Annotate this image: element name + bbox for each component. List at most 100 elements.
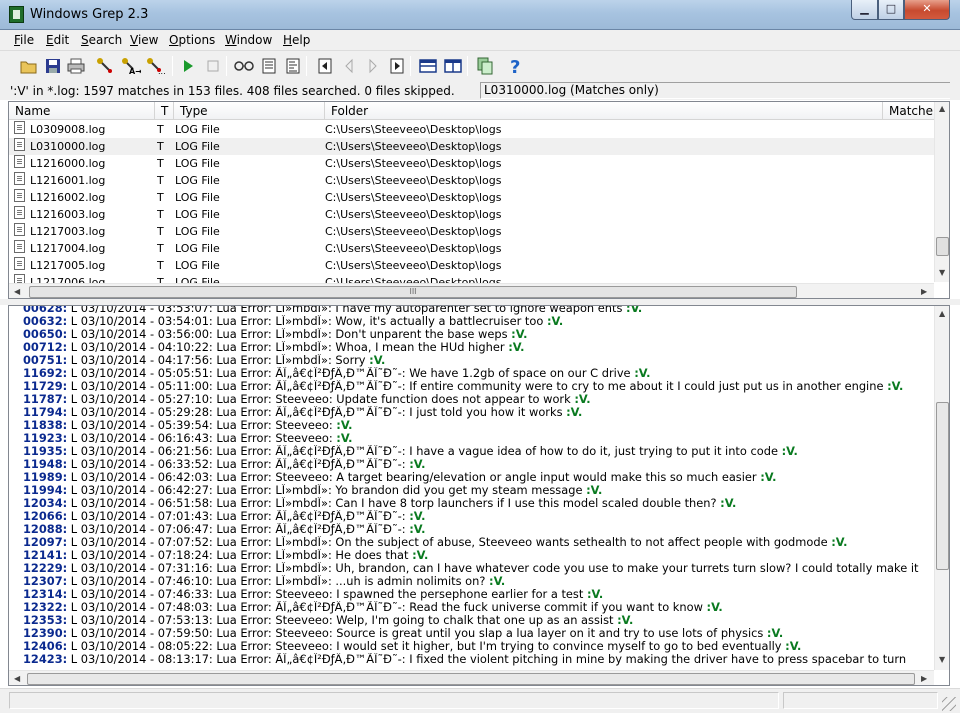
maximize-button[interactable]: □: [878, 0, 904, 20]
file-icon: [14, 240, 25, 253]
result-line[interactable]: 12353: L 03/10/2014 - 07:53:13: Lua Erro…: [23, 614, 933, 627]
svg-text:?: ?: [510, 57, 520, 75]
result-line[interactable]: 00632: L 03/10/2014 - 03:54:01: Lua Erro…: [23, 315, 933, 328]
scroll-down-icon[interactable]: ▼: [939, 655, 945, 664]
result-line[interactable]: 11794: L 03/10/2014 - 05:29:28: Lua Erro…: [23, 406, 933, 419]
result-line[interactable]: 00650: L 03/10/2014 - 03:56:00: Lua Erro…: [23, 328, 933, 341]
result-line[interactable]: 11923: L 03/10/2014 - 06:16:43: Lua Erro…: [23, 432, 933, 445]
column-folder[interactable]: Folder: [325, 102, 883, 120]
copy-icon[interactable]: [475, 56, 495, 76]
result-line[interactable]: 12322: L 03/10/2014 - 07:48:03: Lua Erro…: [23, 601, 933, 614]
view-doc2-icon[interactable]: [283, 56, 303, 76]
scroll-right-icon[interactable]: ▶: [921, 287, 927, 296]
line-number: 12406:: [23, 640, 68, 653]
result-line[interactable]: 11935: L 03/10/2014 - 06:21:56: Lua Erro…: [23, 445, 933, 458]
open-folder-icon[interactable]: [19, 56, 39, 76]
line-number: 12307:: [23, 575, 68, 588]
result-line[interactable]: 12390: L 03/10/2014 - 07:59:50: Lua Erro…: [23, 627, 933, 640]
file-row[interactable]: L0309008.log T LOG File C:\Users\Steeveeo\D…: [9, 121, 941, 138]
menu-file[interactable]: File: [14, 33, 34, 47]
result-line[interactable]: 12066: L 03/10/2014 - 07:01:43: Lua Erro…: [23, 510, 933, 523]
file-row[interactable]: L1217004.log T LOG File C:\Users\Steeveeo\D…: [9, 240, 934, 257]
scroll-up-icon[interactable]: ▲: [939, 309, 945, 318]
result-line[interactable]: 12229: L 03/10/2014 - 07:31:16: Lua Erro…: [23, 562, 933, 575]
file-row[interactable]: L1216002.log T LOG File C:\Users\Steeveeo\D…: [9, 189, 934, 206]
search-more-icon[interactable]: ...: [146, 56, 166, 76]
file-name: L1216000.log: [30, 157, 106, 170]
result-line[interactable]: 11729: L 03/10/2014 - 05:11:00: Lua Erro…: [23, 380, 933, 393]
close-button[interactable]: ✕: [904, 0, 950, 20]
stop-icon[interactable]: [203, 56, 223, 76]
file-type: LOG File: [175, 242, 220, 255]
result-line[interactable]: 12423: L 03/10/2014 - 08:13:17: Lua Erro…: [23, 653, 933, 666]
result-line[interactable]: 11692: L 03/10/2014 - 05:05:51: Lua Erro…: [23, 367, 933, 380]
scroll-down-icon[interactable]: ▼: [939, 268, 945, 277]
result-line[interactable]: 12034: L 03/10/2014 - 06:51:58: Lua Erro…: [23, 497, 933, 510]
result-line[interactable]: 12314: L 03/10/2014 - 07:46:33: Lua Erro…: [23, 588, 933, 601]
file-list-vscrollbar[interactable]: ▲ ▼: [934, 102, 949, 282]
result-line[interactable]: 11838: L 03/10/2014 - 05:39:54: Lua Erro…: [23, 419, 933, 432]
file-list[interactable]: Name T Type Folder Matche L0309008.log T L…: [8, 101, 950, 299]
view-doc-icon[interactable]: [259, 56, 279, 76]
next-icon[interactable]: [363, 56, 383, 76]
result-line[interactable]: 12097: L 03/10/2014 - 07:07:52: Lua Erro…: [23, 536, 933, 549]
scroll-up-icon[interactable]: ▲: [939, 104, 945, 113]
file-row[interactable]: L1217005.log T LOG File C:\Users\Steeveeo\D…: [9, 257, 934, 274]
result-line[interactable]: 11787: L 03/10/2014 - 05:27:10: Lua Erro…: [23, 393, 933, 406]
help-icon[interactable]: ?: [506, 56, 526, 76]
results-hscrollbar[interactable]: ◀ ▶: [9, 670, 934, 685]
line-text: L 03/10/2014 - 07:18:24: Lua Error: LÎ»m…: [67, 549, 413, 562]
glasses-icon[interactable]: [234, 56, 254, 76]
result-line[interactable]: 11994: L 03/10/2014 - 06:42:27: Lua Erro…: [23, 484, 933, 497]
prev-icon[interactable]: [339, 56, 359, 76]
scroll-left-icon[interactable]: ◀: [14, 674, 20, 683]
replace-wand-icon[interactable]: A→B: [121, 56, 141, 76]
menu-help[interactable]: Help: [283, 33, 310, 47]
result-line[interactable]: 12406: L 03/10/2014 - 08:05:22: Lua Erro…: [23, 640, 933, 653]
result-line[interactable]: 11989: L 03/10/2014 - 06:42:03: Lua Erro…: [23, 471, 933, 484]
scroll-thumb[interactable]: [27, 673, 915, 685]
column-type[interactable]: Type: [174, 102, 325, 120]
scroll-left-icon[interactable]: ◀: [14, 287, 20, 296]
column-t[interactable]: T: [155, 102, 174, 120]
result-line[interactable]: 00751: L 03/10/2014 - 04:17:56: Lua Erro…: [23, 354, 933, 367]
menu-search[interactable]: Search: [81, 33, 122, 47]
first-icon[interactable]: [315, 56, 335, 76]
file-row[interactable]: L1216003.log T LOG File C:\Users\Steeveeo\D…: [9, 206, 934, 223]
menu-view[interactable]: View: [130, 33, 158, 47]
split-vertical-icon[interactable]: [443, 56, 463, 76]
start-icon[interactable]: [178, 56, 198, 76]
result-line[interactable]: 00712: L 03/10/2014 - 04:10:22: Lua Erro…: [23, 341, 933, 354]
search-wand-icon[interactable]: [95, 56, 115, 76]
result-line[interactable]: 00628: L 03/10/2014 - 03:53:07: Lua Erro…: [23, 306, 933, 315]
match-highlight: :V.: [760, 471, 777, 484]
menu-edit[interactable]: Edit: [46, 33, 69, 47]
match-highlight: :V.: [508, 341, 525, 354]
file-list-hscrollbar[interactable]: ◀ III ▶: [9, 283, 934, 298]
last-icon[interactable]: [387, 56, 407, 76]
file-icon: [14, 138, 25, 151]
results-pane[interactable]: 00628: L 03/10/2014 - 03:53:07: Lua Erro…: [8, 305, 950, 686]
result-line[interactable]: 12088: L 03/10/2014 - 07:06:47: Lua Erro…: [23, 523, 933, 536]
file-row[interactable]: L1217003.log T LOG File C:\Users\Steeveeo\D…: [9, 223, 941, 240]
results-vscrollbar[interactable]: ▲ ▼: [934, 306, 949, 670]
result-line[interactable]: 12307: L 03/10/2014 - 07:46:10: Lua Erro…: [23, 575, 933, 588]
file-list-header: Name T Type Folder Matche: [9, 102, 943, 120]
scroll-thumb[interactable]: [936, 402, 949, 570]
file-row[interactable]: L1216000.log T LOG File C:\Users\Steeveeo\D…: [9, 155, 934, 172]
file-row[interactable]: L1216001.log T LOG File C:\Users\Steeveeo\D…: [9, 172, 934, 189]
column-name[interactable]: Name: [9, 102, 155, 120]
result-line[interactable]: 11948: L 03/10/2014 - 06:33:52: Lua Erro…: [23, 458, 933, 471]
split-horizontal-icon[interactable]: [418, 56, 438, 76]
scroll-thumb[interactable]: III: [29, 286, 797, 298]
resize-grip-icon[interactable]: [942, 697, 956, 711]
minimize-button[interactable]: ▁: [851, 0, 878, 20]
print-icon[interactable]: [66, 56, 86, 76]
menu-options[interactable]: Options: [169, 33, 215, 47]
save-icon[interactable]: [43, 56, 63, 76]
result-line[interactable]: 12141: L 03/10/2014 - 07:18:24: Lua Erro…: [23, 549, 933, 562]
menu-window[interactable]: Window: [225, 33, 272, 47]
scroll-thumb[interactable]: [936, 237, 949, 256]
scroll-right-icon[interactable]: ▶: [921, 674, 927, 683]
file-row[interactable]: L0310000.log T LOG File C:\Users\Steeveeo\D…: [9, 138, 941, 155]
